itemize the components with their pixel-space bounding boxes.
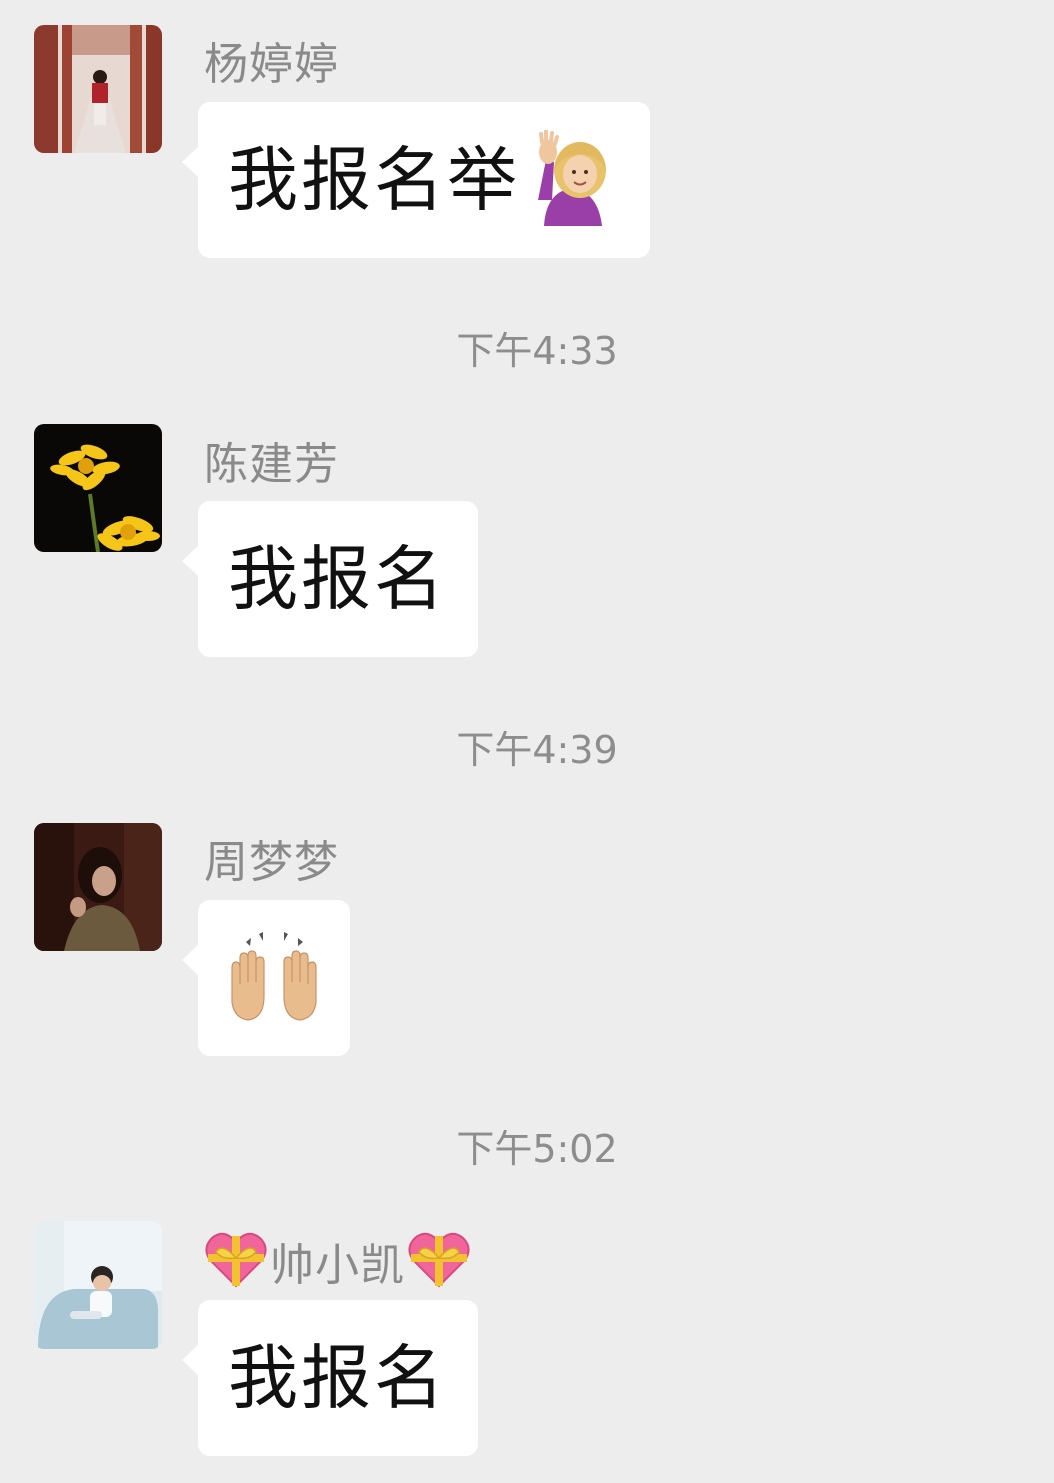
- yellow-flower-avatar-image: [34, 424, 162, 552]
- sender-name: 帅小凯: [270, 1239, 405, 1291]
- person-raising-hand-emoji-icon: [524, 129, 620, 230]
- sender-name-row[interactable]: 帅小凯: [204, 1230, 471, 1301]
- chat-message-list[interactable]: 杨婷婷 我报名举 下午4:33 陈建芳 我报名 下午4:39 周梦梦 下午5:0…: [0, 0, 1054, 1483]
- raising-hands-emoji-icon: [226, 928, 322, 1028]
- sender-avatar[interactable]: [34, 424, 162, 552]
- child-on-sofa-avatar-image: [34, 1221, 162, 1349]
- message-bubble[interactable]: [182, 900, 350, 1056]
- message-bubble[interactable]: 我报名: [182, 1300, 478, 1456]
- sender-name[interactable]: 陈建芳: [204, 440, 339, 490]
- sender-avatar[interactable]: [34, 25, 162, 153]
- message-bubble[interactable]: 我报名举: [182, 102, 650, 258]
- message-text: 我报名举: [228, 139, 520, 221]
- sender-name[interactable]: 周梦梦: [204, 838, 339, 888]
- woman-dark-photo-avatar-image: [34, 823, 162, 951]
- heart-with-ribbon-icon: [407, 1230, 471, 1301]
- sender-name[interactable]: 杨婷婷: [204, 40, 339, 90]
- heart-with-ribbon-icon: [204, 1230, 268, 1301]
- message-timestamp: 下午5:02: [456, 1127, 618, 1171]
- message-timestamp: 下午4:39: [456, 728, 618, 772]
- message-text: 我报名: [228, 1337, 447, 1419]
- message-text: 我报名: [228, 538, 447, 620]
- corridor-photo-avatar-image: [34, 25, 162, 153]
- sender-avatar[interactable]: [34, 823, 162, 951]
- message-timestamp: 下午4:33: [456, 329, 618, 373]
- sender-avatar[interactable]: [34, 1221, 162, 1349]
- message-bubble[interactable]: 我报名: [182, 501, 478, 657]
